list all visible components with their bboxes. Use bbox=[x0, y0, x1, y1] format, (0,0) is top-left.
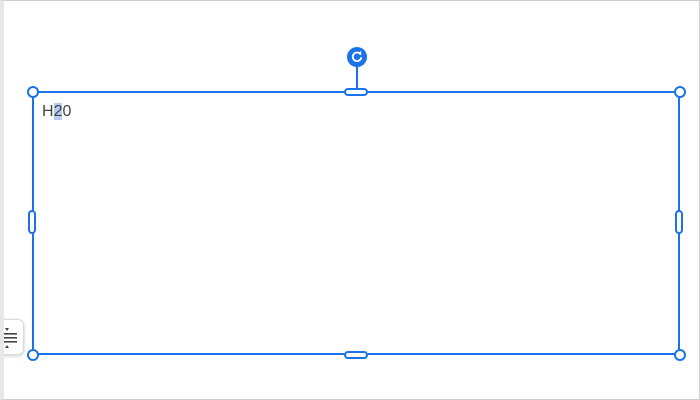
resize-handle-right[interactable] bbox=[675, 210, 683, 234]
resize-handle-top-left[interactable] bbox=[27, 86, 39, 98]
text-box-content[interactable]: H20 bbox=[42, 102, 71, 122]
drawing-canvas: H20 bbox=[0, 0, 700, 400]
resize-handle-top[interactable] bbox=[344, 88, 368, 96]
resize-handle-left[interactable] bbox=[28, 210, 36, 234]
rotate-handle[interactable] bbox=[347, 47, 367, 67]
rotate-icon bbox=[351, 50, 363, 62]
text-after-selection: 0 bbox=[62, 103, 72, 120]
resize-handle-bottom[interactable] bbox=[344, 351, 368, 359]
text-wrap-button[interactable] bbox=[4, 319, 24, 355]
text-before-selection: H bbox=[42, 103, 54, 120]
resize-handle-bottom-left[interactable] bbox=[27, 349, 39, 361]
text-wrap-icon bbox=[4, 328, 17, 348]
resize-handle-top-right[interactable] bbox=[674, 86, 686, 98]
rotate-handle-stem bbox=[356, 67, 358, 89]
text-box[interactable]: H20 bbox=[32, 91, 680, 355]
resize-handle-bottom-right[interactable] bbox=[674, 349, 686, 361]
